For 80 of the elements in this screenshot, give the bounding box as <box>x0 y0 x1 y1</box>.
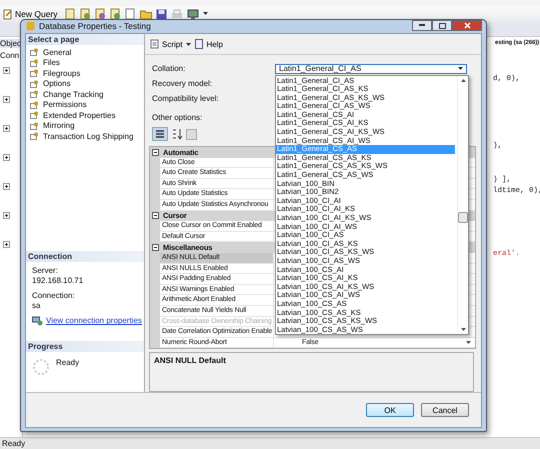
section-label: Other options: <box>151 113 202 124</box>
document-icon[interactable] <box>64 8 76 20</box>
connection-properties-link[interactable]: View connection properties <box>46 316 142 326</box>
expand-icon[interactable] <box>3 125 10 132</box>
page-item[interactable]: Filegroups <box>43 68 80 78</box>
page-item[interactable]: General <box>43 48 72 57</box>
page-item[interactable]: Files <box>43 58 60 68</box>
status-text: Ready <box>2 439 26 448</box>
maximize-icon <box>438 22 446 28</box>
script-button[interactable]: Script <box>150 39 182 49</box>
expand-icon[interactable] <box>3 67 10 74</box>
expand-icon[interactable] <box>3 96 10 103</box>
section-header: Connection <box>26 251 144 262</box>
field-label: Compatibility level: <box>151 94 220 103</box>
page-icon <box>30 48 39 56</box>
collapse-icon[interactable] <box>152 212 159 220</box>
server-value: 192.168.10.71 <box>32 276 84 286</box>
scroll-up-icon[interactable] <box>460 78 466 82</box>
document-icon[interactable] <box>124 8 136 20</box>
expand-icon[interactable] <box>3 183 10 190</box>
expand-icon[interactable] <box>3 241 10 248</box>
minimize-button[interactable] <box>412 20 432 31</box>
page-icon <box>30 122 39 130</box>
scrollbar-thumb[interactable] <box>458 212 468 222</box>
close-icon <box>464 22 470 29</box>
connection-label: Connection: <box>32 291 76 302</box>
monitor-icon[interactable] <box>186 8 199 20</box>
page-icon <box>30 111 39 120</box>
document-icon <box>150 39 160 49</box>
description-title: ANSI NULL Default <box>154 356 226 366</box>
page-item[interactable]: Permissions <box>43 100 87 110</box>
database-icon[interactable] <box>94 8 106 20</box>
window-title: Database Properties - Testing <box>39 20 151 30</box>
expand-icon[interactable] <box>3 212 10 219</box>
close-button[interactable] <box>452 20 482 31</box>
connection-icon <box>32 316 43 326</box>
page-item[interactable]: Extended Properties <box>43 110 116 120</box>
dropdown-arrow-icon[interactable] <box>202 12 208 16</box>
page-icon <box>30 132 39 140</box>
page-item[interactable]: Mirroring <box>43 121 75 130</box>
help-button[interactable]: Help <box>195 39 223 49</box>
section-header: Progress <box>26 341 144 352</box>
page-icon <box>30 69 39 78</box>
categorized-icon[interactable] <box>152 127 168 141</box>
collapse-icon[interactable] <box>152 148 159 156</box>
page-icon <box>30 58 39 67</box>
field-label: Collation: <box>151 64 186 73</box>
page-icon <box>30 80 39 88</box>
save-icon[interactable] <box>156 8 167 20</box>
dialog-button[interactable]: OK <box>366 403 414 418</box>
connect-button[interactable]: Conn <box>0 51 20 60</box>
expand-icon[interactable] <box>3 154 10 161</box>
collapse-icon[interactable] <box>152 244 159 252</box>
database-icon[interactable] <box>110 8 121 20</box>
page-icon <box>30 100 39 109</box>
section-header: Select a page <box>26 34 144 45</box>
book-icon <box>195 39 204 49</box>
print-icon[interactable] <box>170 8 183 20</box>
database-icon <box>26 20 35 31</box>
sort-alphabetical-icon[interactable] <box>171 128 183 140</box>
database-icon[interactable] <box>80 8 91 20</box>
page-icon <box>30 90 39 98</box>
minimize-icon <box>419 24 425 27</box>
panel-title: Objec <box>0 39 21 48</box>
connection-value: sa <box>32 301 42 312</box>
dialog-button[interactable]: Cancel <box>421 403 469 418</box>
spinner-icon <box>32 358 50 376</box>
scrollbar[interactable] <box>457 76 468 334</box>
collation-dropdown[interactable]: Latin1_General_CI_AS <box>275 64 467 74</box>
maximize-button[interactable] <box>432 20 452 31</box>
page-item[interactable]: Transaction Log Shipping <box>43 132 134 141</box>
progress-status: Ready <box>56 358 80 370</box>
dropdown-arrow-icon[interactable] <box>466 340 471 344</box>
server-label: Server: <box>32 266 59 276</box>
caret-icon[interactable] <box>186 42 192 46</box>
field-label: Recovery model: <box>151 79 214 88</box>
page-item[interactable]: Options <box>43 79 71 88</box>
document-pencil-icon <box>3 8 13 20</box>
dropdown-arrow-icon <box>458 67 463 70</box>
page-item[interactable]: Change Tracking <box>43 90 104 99</box>
